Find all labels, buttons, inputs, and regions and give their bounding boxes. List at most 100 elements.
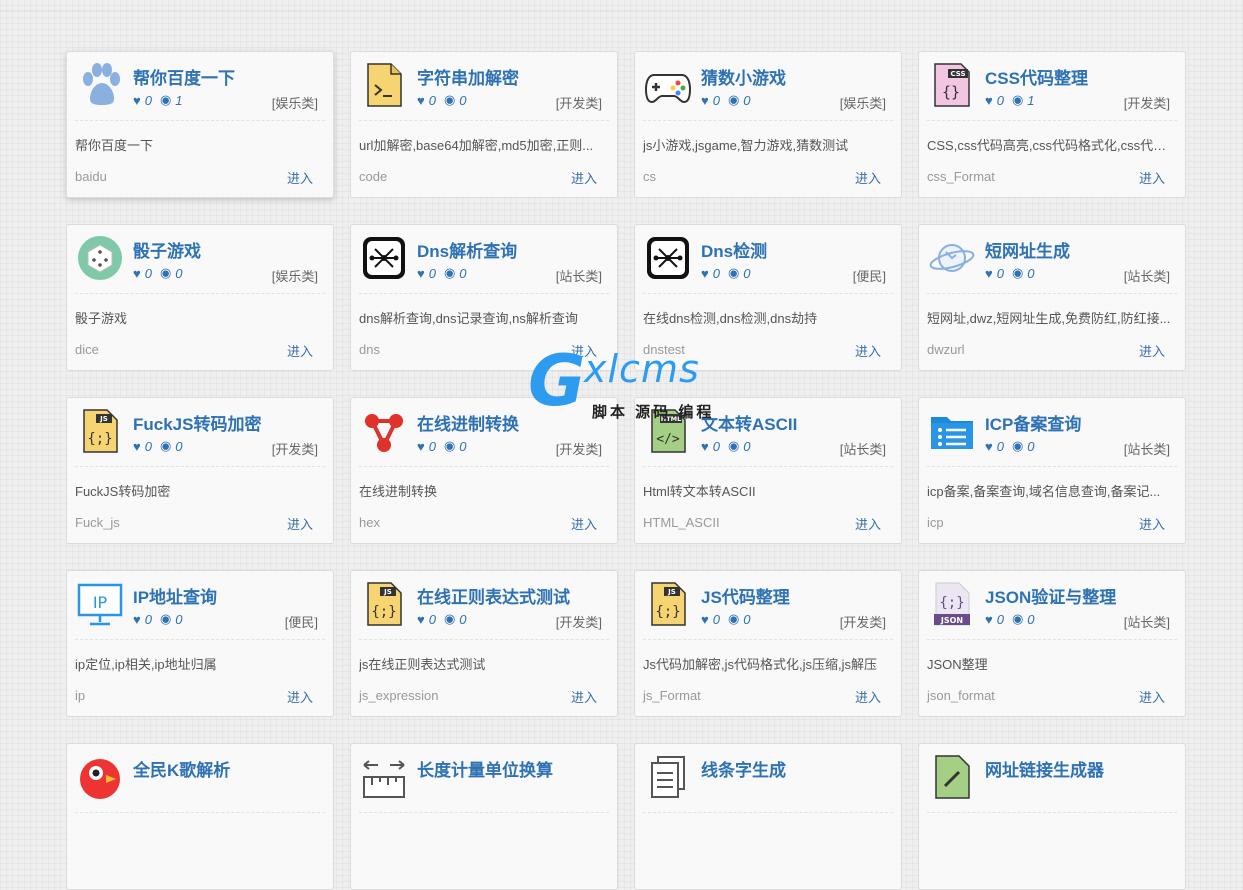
- enter-link[interactable]: 进入: [571, 514, 597, 533]
- folder-list-icon[interactable]: [928, 407, 976, 455]
- card-title[interactable]: IP地址查询: [133, 583, 217, 608]
- enter-link[interactable]: 进入: [287, 168, 313, 187]
- share-nodes-icon[interactable]: [360, 407, 408, 455]
- card-title[interactable]: 线条字生成: [701, 756, 786, 781]
- tool-card[interactable]: 猜数小游戏 ♥ 0 ◉ 0 [娱乐类] js小游戏,jsgame,智力游戏,猜数测试 cs 进入: [634, 51, 902, 198]
- documents-icon[interactable]: [644, 753, 692, 801]
- card-title[interactable]: ICP备案查询: [985, 410, 1081, 435]
- tool-card[interactable]: 短网址生成 ♥ 0 ◉ 0 [站长类] 短网址,dwz,短网址生成,免费防红,防红接... d…: [918, 224, 1186, 371]
- tool-card[interactable]: Dns解析查询 ♥ 0 ◉ 0 [站长类] dns解析查询,dns记录查询,ns解析查询 dn…: [350, 224, 618, 371]
- js-file-icon[interactable]: JS {;}: [360, 580, 408, 628]
- card-title[interactable]: JSON验证与整理: [985, 583, 1116, 608]
- js-file-icon[interactable]: JS {;}: [76, 407, 124, 455]
- enter-link[interactable]: 进入: [855, 168, 881, 187]
- enter-link[interactable]: 进入: [287, 341, 313, 360]
- ip-monitor-icon[interactable]: IP: [76, 580, 124, 628]
- card-category[interactable]: [开发类]: [840, 612, 886, 631]
- tool-card[interactable]: 长度计量单位换算: [350, 743, 618, 890]
- enter-link[interactable]: 进入: [1139, 341, 1165, 360]
- card-category[interactable]: [开发类]: [272, 439, 318, 458]
- parrot-icon[interactable]: [76, 753, 124, 801]
- card-divider: [75, 293, 325, 294]
- css-file-icon[interactable]: CSS {}: [928, 61, 976, 109]
- card-title[interactable]: 文本转ASCII: [701, 410, 797, 435]
- heart-icon: ♥: [701, 438, 709, 454]
- card-description: Js代码加解密,js代码格式化,js压缩,js解压: [643, 657, 878, 672]
- tool-card[interactable]: 帮你百度一下 ♥ 0 ◉ 1 [娱乐类] 帮你百度一下 baidu 进入: [66, 51, 334, 198]
- card-title[interactable]: 短网址生成: [985, 237, 1070, 262]
- ruler-icon[interactable]: [360, 753, 408, 801]
- card-category[interactable]: [开发类]: [556, 93, 602, 112]
- js-file-icon[interactable]: JS {;}: [644, 580, 692, 628]
- link-file-icon[interactable]: [928, 753, 976, 801]
- tool-card[interactable]: 线条字生成: [634, 743, 902, 890]
- card-category[interactable]: [站长类]: [1124, 266, 1170, 285]
- tool-card[interactable]: 在线进制转换 ♥ 0 ◉ 0 [开发类] 在线进制转换 hex 进入: [350, 397, 618, 544]
- card-title[interactable]: 网址链接生成器: [985, 756, 1104, 781]
- like-count: 0: [428, 265, 436, 281]
- tool-card[interactable]: IP IP地址查询 ♥ 0 ◉ 0 [便民] ip定位,ip相关,ip地址归属 ip 进入: [66, 570, 334, 717]
- tool-card[interactable]: {;} JSON JSON验证与整理 ♥ 0 ◉ 0 [站长类] JSON整理 json_form…: [918, 570, 1186, 717]
- enter-link[interactable]: 进入: [287, 514, 313, 533]
- card-title[interactable]: 在线正则表达式测试: [417, 583, 570, 608]
- paw-icon[interactable]: [76, 61, 124, 109]
- card-title[interactable]: Dns解析查询: [417, 237, 517, 262]
- card-category[interactable]: [开发类]: [556, 612, 602, 631]
- card-category[interactable]: [站长类]: [1124, 612, 1170, 631]
- card-title[interactable]: 全民K歌解析: [133, 756, 230, 781]
- enter-link[interactable]: 进入: [1139, 687, 1165, 706]
- like-count: 0: [712, 92, 720, 108]
- tool-card[interactable]: Dns检测 ♥ 0 ◉ 0 [便民] 在线dns检测,dns检测,dns劫持 dnstest 进…: [634, 224, 902, 371]
- tool-card[interactable]: 字符串加解密 ♥ 0 ◉ 0 [开发类] url加解密,base64加解密,md5加密,正则…: [350, 51, 618, 198]
- enter-link[interactable]: 进入: [855, 514, 881, 533]
- dns-network-icon[interactable]: [360, 234, 408, 282]
- card-category[interactable]: [娱乐类]: [272, 93, 318, 112]
- card-category[interactable]: [便民]: [285, 612, 318, 631]
- enter-link[interactable]: 进入: [287, 687, 313, 706]
- tool-card[interactable]: ICP备案查询 ♥ 0 ◉ 0 [站长类] icp备案,备案查询,域名信息查询,备案记...…: [918, 397, 1186, 544]
- card-title[interactable]: 字符串加解密: [417, 64, 519, 89]
- card-category[interactable]: [娱乐类]: [272, 266, 318, 285]
- card-category[interactable]: [便民]: [853, 266, 886, 285]
- card-title[interactable]: 长度计量单位换算: [417, 756, 553, 781]
- planet-icon[interactable]: [928, 234, 976, 282]
- tool-card[interactable]: JS {;} FuckJS转码加密 ♥ 0 ◉ 0 [开发类] FuckJS转码加密 Fuck_j…: [66, 397, 334, 544]
- card-title[interactable]: 猜数小游戏: [701, 64, 786, 89]
- tool-card[interactable]: 网址链接生成器: [918, 743, 1186, 890]
- card-title[interactable]: FuckJS转码加密: [133, 410, 261, 435]
- enter-link[interactable]: 进入: [571, 687, 597, 706]
- card-category[interactable]: [娱乐类]: [840, 93, 886, 112]
- enter-link[interactable]: 进入: [1139, 514, 1165, 533]
- gamepad-icon[interactable]: [644, 61, 692, 109]
- card-stats: ♥ 0 ◉ 0: [701, 92, 759, 108]
- view-count: 0: [175, 265, 183, 281]
- html-file-icon[interactable]: HTML </>: [644, 407, 692, 455]
- tool-card[interactable]: HTML </> 文本转ASCII ♥ 0 ◉ 0 [站长类] Html转文本转ASCII HTM…: [634, 397, 902, 544]
- json-file-icon[interactable]: {;} JSON: [928, 580, 976, 628]
- enter-link[interactable]: 进入: [855, 341, 881, 360]
- tool-card[interactable]: 骰子游戏 ♥ 0 ◉ 0 [娱乐类] 骰子游戏 dice 进入: [66, 224, 334, 371]
- dns-network-icon[interactable]: [644, 234, 692, 282]
- card-slug: cs: [643, 169, 656, 184]
- tool-card[interactable]: JS {;} 在线正则表达式测试 ♥ 0 ◉ 0 [开发类] js在线正则表达式测试 js_exp…: [350, 570, 618, 717]
- card-title[interactable]: CSS代码整理: [985, 64, 1088, 89]
- card-title[interactable]: 骰子游戏: [133, 237, 201, 262]
- card-category[interactable]: [站长类]: [556, 266, 602, 285]
- card-category[interactable]: [开发类]: [1124, 93, 1170, 112]
- card-title[interactable]: 在线进制转换: [417, 410, 519, 435]
- card-title[interactable]: JS代码整理: [701, 583, 790, 608]
- terminal-file-icon[interactable]: [360, 61, 408, 109]
- card-title[interactable]: Dns检测: [701, 237, 767, 262]
- card-category[interactable]: [站长类]: [840, 439, 886, 458]
- card-category[interactable]: [站长类]: [1124, 439, 1170, 458]
- card-title[interactable]: 帮你百度一下: [133, 64, 235, 89]
- enter-link[interactable]: 进入: [1139, 168, 1165, 187]
- card-category[interactable]: [开发类]: [556, 439, 602, 458]
- tool-card[interactable]: JS {;} JS代码整理 ♥ 0 ◉ 0 [开发类] Js代码加解密,js代码格式化,js压缩…: [634, 570, 902, 717]
- enter-link[interactable]: 进入: [571, 341, 597, 360]
- enter-link[interactable]: 进入: [571, 168, 597, 187]
- enter-link[interactable]: 进入: [855, 687, 881, 706]
- tool-card[interactable]: 全民K歌解析: [66, 743, 334, 890]
- tool-card[interactable]: CSS {} CSS代码整理 ♥ 0 ◉ 1 [开发类] CSS,css代码高亮,css代码格式…: [918, 51, 1186, 198]
- dice-icon[interactable]: [76, 234, 124, 282]
